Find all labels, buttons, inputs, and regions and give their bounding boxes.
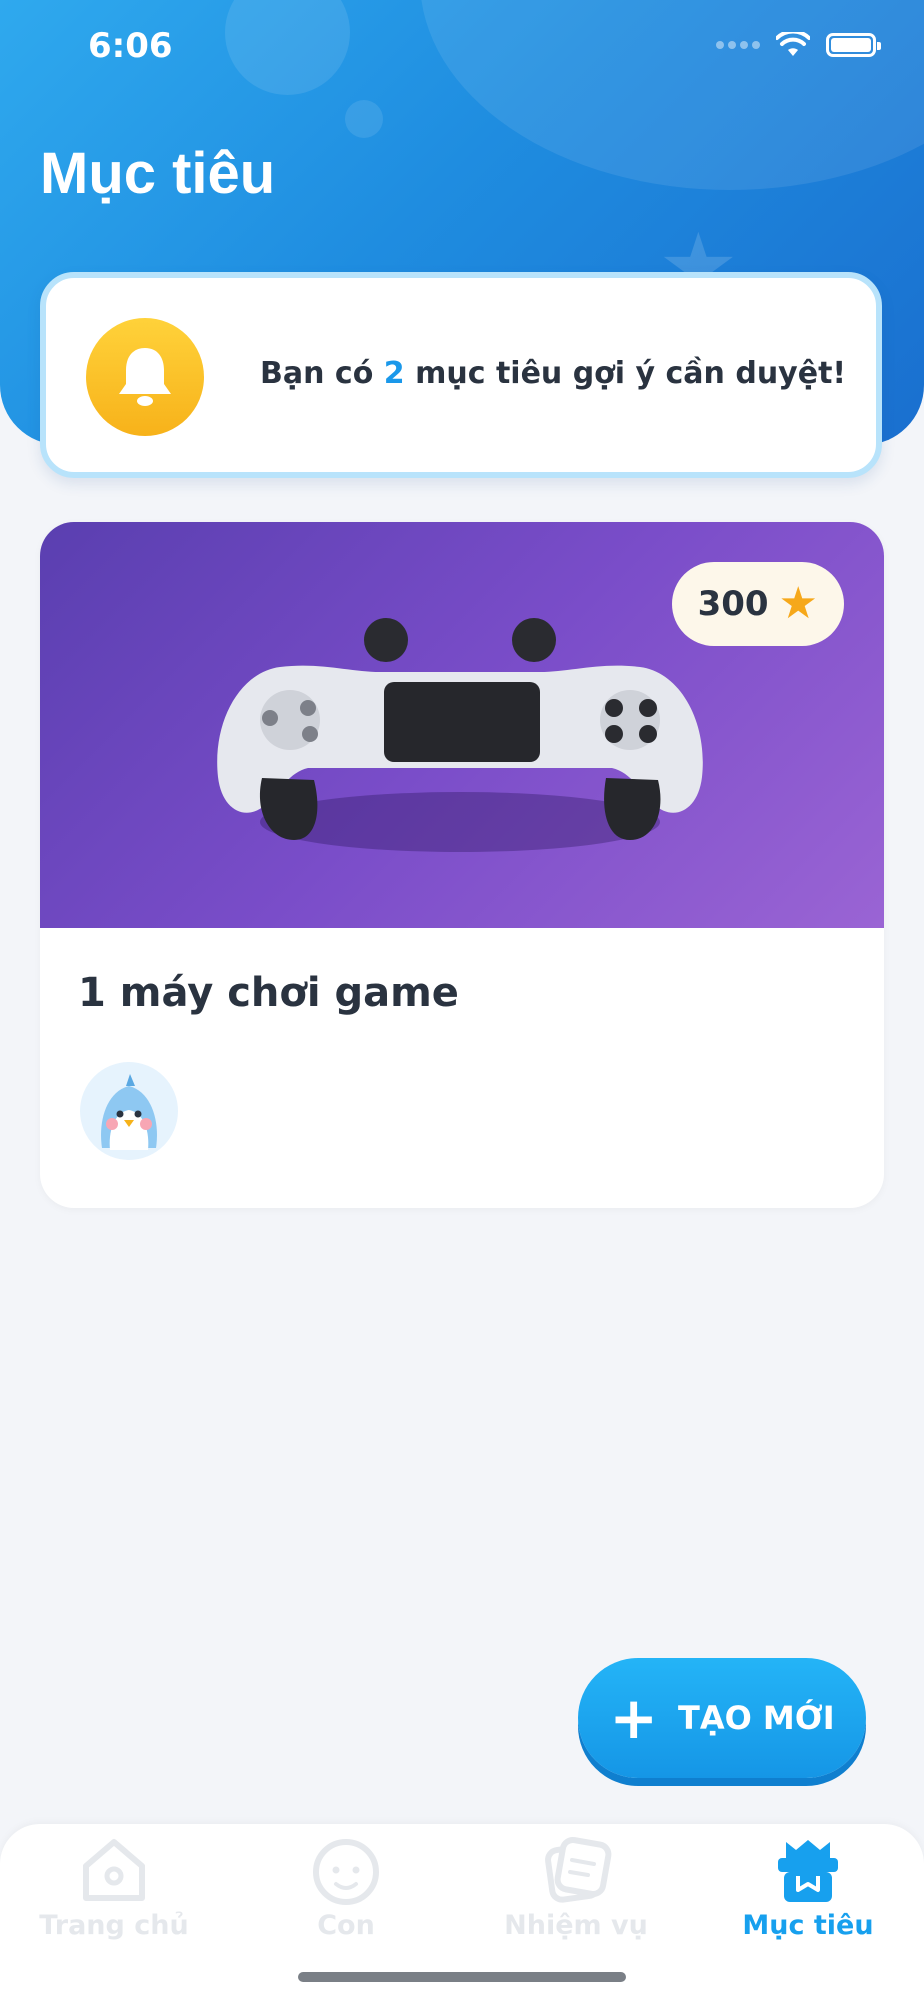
battery-icon <box>826 33 881 57</box>
signal-icon <box>716 41 760 49</box>
create-new-label: TẠO MỚI <box>677 1699 835 1737</box>
child-face-icon <box>313 1839 379 1905</box>
gift-icon <box>778 1840 838 1902</box>
plus-icon: + <box>609 1684 658 1752</box>
tab-home[interactable]: Trang chủ <box>14 1832 214 1952</box>
wifi-icon <box>776 32 810 56</box>
notice-suffix: mục tiêu gợi ý cần duyệt! <box>415 356 847 391</box>
decor-blob <box>420 0 924 190</box>
tab-child-label: Con <box>317 1910 375 1941</box>
goal-card[interactable]: 300 ★ 1 máy chơi game <box>40 522 884 1208</box>
suggestion-notice[interactable]: Bạn có 2 mục tiêu gợi ý cần duyệt! <box>40 272 882 478</box>
notice-count: 2 <box>383 356 405 391</box>
notice-prefix: Bạn có <box>260 356 374 391</box>
decor-bubble <box>225 0 350 95</box>
page-title: Mục tiêu <box>40 141 276 206</box>
star-icon: ★ <box>778 578 818 629</box>
create-new-button[interactable]: + TẠO MỚI <box>578 1658 866 1778</box>
task-icon <box>545 1836 612 1903</box>
tab-child[interactable]: Con <box>246 1832 446 1952</box>
tab-tasks-label: Nhiệm vụ <box>504 1910 648 1941</box>
notice-text: Bạn có 2 mục tiêu gợi ý cần duyệt! <box>260 356 846 391</box>
decor-bubble-small <box>345 100 383 138</box>
home-icon <box>83 1839 145 1901</box>
status-time: 6:06 <box>88 26 173 66</box>
tab-home-label: Trang chủ <box>39 1910 189 1941</box>
game-controller-image: 300 ★ <box>40 522 884 928</box>
bell-icon <box>86 318 204 436</box>
points-value: 300 <box>697 584 769 624</box>
tab-tasks[interactable]: Nhiệm vụ <box>476 1832 676 1952</box>
tab-goals[interactable]: Mục tiêu <box>708 1832 908 1952</box>
penguin-avatar[interactable] <box>80 1062 178 1160</box>
home-indicator <box>298 1972 626 1982</box>
points-badge: 300 ★ <box>671 562 844 646</box>
tab-goals-label: Mục tiêu <box>742 1910 874 1941</box>
goal-title: 1 máy chơi game <box>78 970 459 1016</box>
status-icons <box>716 32 881 58</box>
